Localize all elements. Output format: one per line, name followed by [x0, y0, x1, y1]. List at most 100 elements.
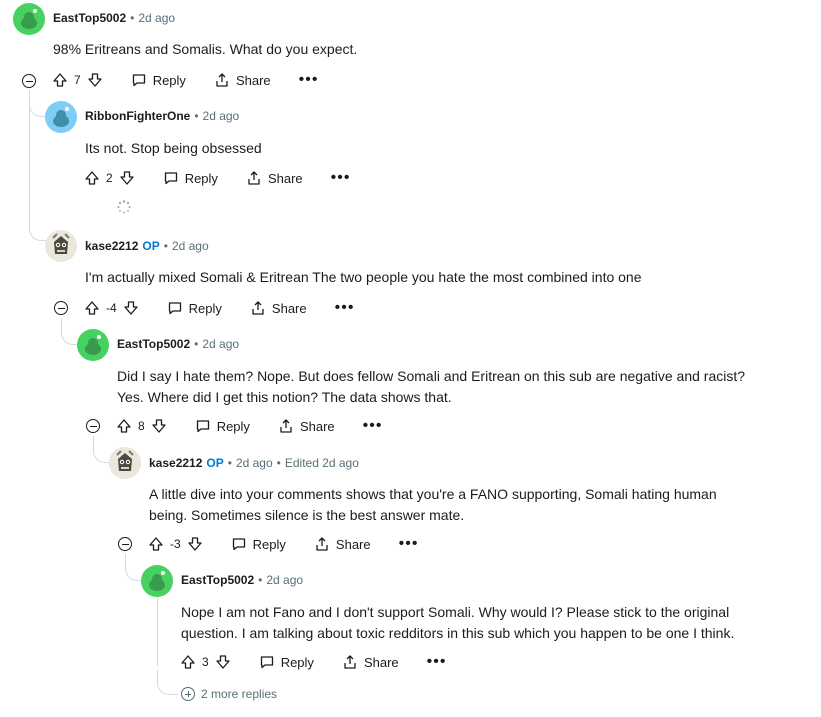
comment-line: Did I say I hate them? Nope. But does fe… [117, 368, 746, 384]
comment-icon [167, 300, 183, 316]
comment-meta: RibbonFighterOne • 2d ago [85, 109, 240, 123]
comment-line: Nope I am not Fano and I don't support S… [181, 604, 730, 620]
comment-actions: 3 Reply Share ••• [180, 650, 446, 674]
avatar[interactable] [109, 447, 141, 479]
thread-branch [29, 96, 46, 117]
avatar[interactable] [45, 101, 77, 133]
thread-branch [61, 318, 78, 345]
comment-icon [259, 654, 275, 670]
comment-meta: kase2212 OP • 2d ago • Edited 2d ago [149, 456, 359, 470]
reply-button[interactable]: Reply [259, 654, 314, 670]
upvote-icon[interactable] [180, 654, 196, 670]
downvote-icon[interactable] [87, 72, 103, 88]
upvote-icon[interactable] [116, 418, 132, 434]
timestamp: 2d ago [235, 456, 273, 470]
reply-button[interactable]: Reply [167, 300, 222, 316]
timestamp: 2d ago [202, 109, 240, 123]
edited-label: Edited 2d ago [284, 456, 359, 470]
thread-branch [29, 210, 46, 241]
more-replies-button[interactable]: 2 more replies [181, 687, 277, 701]
vote-count: 7 [74, 73, 81, 87]
thread-line [157, 596, 158, 666]
share-icon [214, 72, 230, 88]
downvote-icon[interactable] [151, 418, 167, 434]
avatar[interactable] [77, 329, 109, 361]
username[interactable]: kase2212 [149, 456, 202, 470]
username[interactable]: kase2212 [85, 239, 138, 253]
comment-line: question. I am talking about toxic reddi… [181, 625, 735, 641]
vote-count: 8 [138, 419, 145, 433]
comment-actions: 8 Reply Share ••• [116, 414, 382, 438]
comment-icon [163, 170, 179, 186]
reply-button[interactable]: Reply [163, 170, 218, 186]
timestamp: 2d ago [266, 573, 304, 587]
op-badge: OP [206, 456, 224, 470]
comment-body: Nope I am not Fano and I don't support S… [181, 602, 734, 644]
collapse-icon[interactable] [54, 301, 68, 315]
op-badge: OP [142, 239, 160, 253]
comment-line: A little dive into your comments shows t… [149, 486, 717, 502]
comment-actions: 7 Reply Share ••• [52, 68, 318, 92]
collapse-icon[interactable] [22, 74, 36, 88]
username[interactable]: EastTop5002 [53, 11, 126, 25]
comment-body: 98% Eritreans and Somalis. What do you e… [53, 41, 358, 57]
reply-button[interactable]: Reply [131, 72, 186, 88]
avatar[interactable] [13, 3, 45, 35]
share-icon [250, 300, 266, 316]
share-icon [342, 654, 358, 670]
more-icon[interactable]: ••• [331, 170, 351, 186]
share-button[interactable]: Share [246, 170, 303, 186]
downvote-icon[interactable] [187, 536, 203, 552]
username[interactable]: EastTop5002 [181, 573, 254, 587]
more-icon[interactable]: ••• [363, 418, 383, 434]
comment-actions: -3 Reply Share ••• [148, 532, 418, 556]
comment-line: being. Sometimes silence is the best ans… [149, 507, 465, 523]
reply-button[interactable]: Reply [195, 418, 250, 434]
comment-icon [195, 418, 211, 434]
share-button[interactable]: Share [250, 300, 307, 316]
avatar[interactable] [45, 230, 77, 262]
share-icon [246, 170, 262, 186]
more-icon[interactable]: ••• [335, 300, 355, 316]
comment-body: I'm actually mixed Somali & Eritrean The… [85, 269, 642, 285]
share-icon [314, 536, 330, 552]
more-replies-label: 2 more replies [201, 687, 278, 701]
timestamp: 2d ago [138, 11, 176, 25]
comment-icon [131, 72, 147, 88]
collapse-icon[interactable] [118, 537, 132, 551]
comment-meta: EastTop5002 • 2d ago [181, 573, 304, 587]
username[interactable]: EastTop5002 [117, 337, 190, 351]
share-button[interactable]: Share [342, 654, 399, 670]
share-button[interactable]: Share [278, 418, 335, 434]
upvote-icon[interactable] [84, 170, 100, 186]
upvote-icon[interactable] [52, 72, 68, 88]
share-button[interactable]: Share [314, 536, 371, 552]
expand-icon [181, 687, 195, 701]
comment-icon [231, 536, 247, 552]
timestamp: 2d ago [202, 337, 240, 351]
comment-body: A little dive into your comments shows t… [149, 484, 717, 526]
upvote-icon[interactable] [84, 300, 100, 316]
comment-actions: 2 Reply Share ••• [84, 166, 350, 190]
share-button[interactable]: Share [214, 72, 271, 88]
collapse-icon[interactable] [86, 419, 100, 433]
reply-button[interactable]: Reply [231, 536, 286, 552]
comment-meta: EastTop5002 • 2d ago [117, 337, 240, 351]
more-icon[interactable]: ••• [399, 536, 419, 552]
downvote-icon[interactable] [119, 170, 135, 186]
avatar[interactable] [141, 565, 173, 597]
comment-line: Yes. Where did I get this notion? The da… [117, 389, 452, 405]
vote-count: 3 [202, 655, 209, 669]
thread-branch [125, 554, 142, 581]
loading-icon [117, 200, 131, 214]
more-icon[interactable]: ••• [427, 654, 447, 670]
comment-meta: kase2212 OP • 2d ago [85, 239, 209, 253]
downvote-icon[interactable] [123, 300, 139, 316]
comment-meta: EastTop5002 • 2d ago [53, 11, 176, 25]
vote-count: 2 [106, 171, 113, 185]
username[interactable]: RibbonFighterOne [85, 109, 190, 123]
more-icon[interactable]: ••• [299, 72, 319, 88]
downvote-icon[interactable] [215, 654, 231, 670]
vote-count: -4 [106, 301, 117, 315]
upvote-icon[interactable] [148, 536, 164, 552]
